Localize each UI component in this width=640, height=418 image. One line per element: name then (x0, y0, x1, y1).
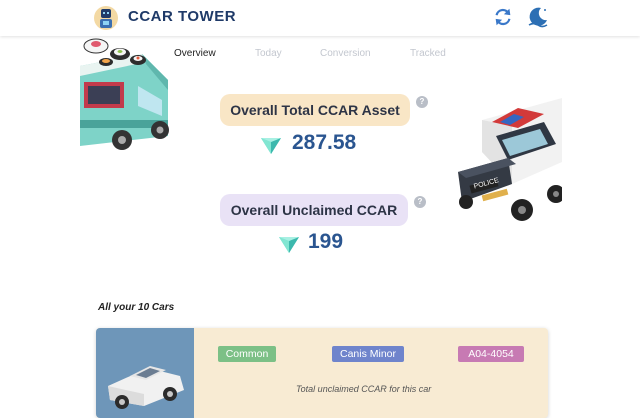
rarity-badge: Common (218, 346, 276, 362)
car-illustration (108, 366, 184, 409)
diamond-gem-icon (279, 237, 299, 253)
total-asset-value: 287.58 (292, 131, 357, 154)
total-asset-label: Overall Total CCAR Asset (220, 94, 410, 126)
unclaimed-label: Overall Unclaimed CCAR (220, 194, 408, 226)
tab-overview[interactable]: Overview (174, 48, 216, 59)
asset-help-icon[interactable]: ? (416, 96, 428, 108)
moon-theme-icon[interactable] (526, 5, 550, 29)
cars-heading: All your 10 Cars (98, 302, 175, 313)
app-title: CCAR TOWER (128, 8, 237, 25)
unclaimed-help-icon[interactable]: ? (414, 196, 426, 208)
robot-logo-icon (94, 6, 118, 30)
tab-tracked[interactable]: Tracked (410, 48, 446, 59)
car-thumbnail (96, 328, 194, 418)
plate-badge: A04-4054 (458, 346, 524, 362)
refresh-icon[interactable] (492, 6, 514, 28)
car-unclaimed-label: Total unclaimed CCAR for this car (296, 384, 432, 394)
diamond-gem-icon (261, 138, 281, 154)
car-card[interactable]: Common Canis Minor A04-4054 Total unclai… (96, 328, 548, 418)
constellation-badge: Canis Minor (332, 346, 404, 362)
tab-today[interactable]: Today (255, 48, 282, 59)
tab-conversion[interactable]: Conversion (320, 48, 371, 59)
unclaimed-value: 199 (308, 230, 344, 253)
police-truck-illustration: POLICE (458, 98, 562, 221)
overview-tabs: Overview Today Conversion Tracked (0, 48, 640, 64)
app-header: CCAR TOWER (0, 0, 640, 36)
